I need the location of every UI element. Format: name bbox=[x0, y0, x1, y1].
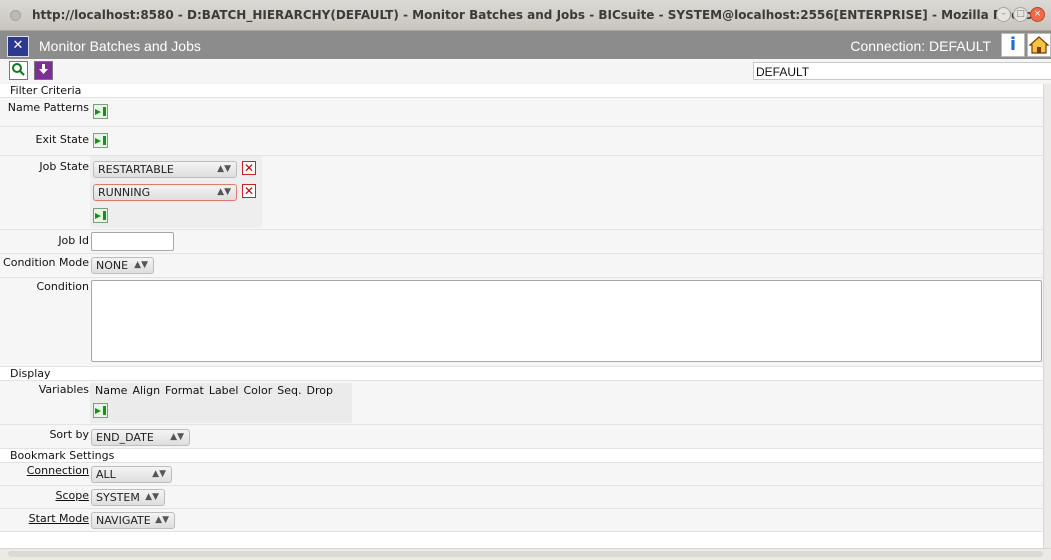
bookmark-connection-label[interactable]: Connection bbox=[27, 464, 89, 477]
info-icon[interactable]: i bbox=[1001, 33, 1025, 57]
condition-label: Condition bbox=[36, 280, 90, 293]
filter-criteria-section: Filter Criteria bbox=[0, 84, 1043, 98]
bookmark-scope-label[interactable]: Scope bbox=[55, 489, 89, 502]
chevron-updown-icon: ▲▼ bbox=[152, 469, 166, 479]
bookmark-start-mode-value: NAVIGATE bbox=[96, 514, 151, 527]
sort-by-label: Sort by bbox=[49, 428, 89, 441]
job-state-select[interactable]: RESTARTABLE ▲▼ bbox=[93, 161, 237, 178]
window-controls: – □ × bbox=[996, 7, 1045, 22]
bookmark-start-mode-label[interactable]: Start Mode bbox=[29, 512, 89, 525]
sort-by-row: Sort by END_DATE ▲▼ bbox=[0, 425, 1043, 449]
remove-job-state-icon[interactable]: ✕ bbox=[242, 161, 256, 175]
maximize-button[interactable]: □ bbox=[1013, 7, 1028, 22]
connection-label: Connection: DEFAULT bbox=[850, 38, 991, 54]
variables-row: Variables Name Align Format Label Color Seq. D… bbox=[0, 381, 1043, 425]
close-button[interactable]: × bbox=[1030, 7, 1045, 22]
condition-mode-select[interactable]: NONE ▲▼ bbox=[91, 257, 154, 274]
condition-mode-value: NONE bbox=[96, 259, 129, 272]
exit-state-row: Exit State bbox=[0, 127, 1043, 156]
column-header: Label bbox=[208, 384, 239, 397]
job-state-value: RUNNING bbox=[98, 186, 151, 199]
app-header: ✕ Monitor Batches and Jobs Connection: D… bbox=[0, 31, 1051, 59]
condition-mode-row: Condition Mode NONE ▲▼ bbox=[0, 254, 1043, 278]
job-state-row: Job State RESTARTABLE ▲▼ ✕ RUNNING ▲▼ ✕ bbox=[0, 156, 1043, 230]
chevron-updown-icon: ▲▼ bbox=[217, 164, 231, 174]
add-job-state-button[interactable] bbox=[93, 208, 108, 223]
chevron-updown-icon: ▲▼ bbox=[145, 492, 159, 502]
minimize-button[interactable]: – bbox=[996, 7, 1011, 22]
bookmark-scope-select[interactable]: SYSTEM ▲▼ bbox=[91, 489, 165, 506]
job-id-row: Job Id bbox=[0, 230, 1043, 254]
bookmark-settings-section: Bookmark Settings bbox=[0, 449, 1043, 463]
bookmark-start-mode-select[interactable]: NAVIGATE ▲▼ bbox=[91, 512, 175, 529]
app-logo-icon: ✕ bbox=[7, 36, 29, 57]
variables-table: Name Align Format Label Color Seq. Drop bbox=[90, 383, 352, 423]
job-id-input[interactable] bbox=[91, 232, 174, 251]
chevron-updown-icon: ▲▼ bbox=[170, 432, 184, 442]
bookmark-connection-value: ALL bbox=[96, 468, 116, 481]
page-title: Monitor Batches and Jobs bbox=[39, 38, 201, 54]
connection-field[interactable]: DEFAULT bbox=[753, 62, 1051, 80]
horizontal-scrollbar-track[interactable] bbox=[8, 551, 1043, 557]
display-section: Display bbox=[0, 367, 1043, 381]
filter-form: Filter Criteria Name Patterns Exit State… bbox=[0, 84, 1043, 548]
bookmark-connection-row: Connection ALL ▲▼ bbox=[0, 463, 1043, 486]
add-name-pattern-button[interactable] bbox=[93, 104, 108, 119]
remove-job-state-icon[interactable]: ✕ bbox=[242, 184, 256, 198]
bookmark-start-mode-row: Start Mode NAVIGATE ▲▼ bbox=[0, 509, 1043, 532]
window-menu-dot[interactable] bbox=[10, 10, 21, 21]
add-exit-state-button[interactable] bbox=[93, 133, 108, 148]
column-header: Name bbox=[95, 384, 128, 397]
sort-by-value: END_DATE bbox=[96, 431, 154, 444]
search-icon[interactable] bbox=[9, 61, 28, 80]
home-icon[interactable] bbox=[1027, 33, 1051, 57]
sort-by-select[interactable]: END_DATE ▲▼ bbox=[91, 429, 190, 446]
download-icon[interactable] bbox=[34, 61, 53, 80]
condition-row: Condition bbox=[0, 278, 1043, 367]
condition-textarea[interactable] bbox=[91, 280, 1042, 362]
job-id-label: Job Id bbox=[58, 234, 89, 247]
chevron-updown-icon: ▲▼ bbox=[134, 260, 148, 270]
add-variable-button[interactable] bbox=[93, 403, 108, 418]
bookmark-scope-row: Scope SYSTEM ▲▼ bbox=[0, 486, 1043, 509]
window-title: http://localhost:8580 - D:BATCH_HIERARCH… bbox=[32, 8, 1041, 22]
column-header: Seq. bbox=[277, 384, 302, 397]
bookmark-connection-select[interactable]: ALL ▲▼ bbox=[91, 466, 172, 483]
horizontal-scrollbar[interactable] bbox=[0, 548, 1051, 560]
condition-mode-label: Condition Mode bbox=[3, 256, 89, 269]
bookmark-scope-value: SYSTEM bbox=[96, 491, 140, 504]
job-state-value: RESTARTABLE bbox=[98, 163, 174, 176]
exit-state-label: Exit State bbox=[35, 133, 89, 146]
job-state-list: RESTARTABLE ▲▼ ✕ RUNNING ▲▼ ✕ bbox=[90, 156, 262, 228]
toolbar: DEFAULT bbox=[0, 59, 1051, 83]
name-patterns-row: Name Patterns bbox=[0, 98, 1043, 127]
chevron-updown-icon: ▲▼ bbox=[217, 187, 231, 197]
variables-label: Variables bbox=[38, 383, 89, 396]
column-header: Color bbox=[243, 384, 273, 397]
window-titlebar: http://localhost:8580 - D:BATCH_HIERARCH… bbox=[0, 0, 1051, 31]
variables-table-header: Name Align Format Label Color Seq. Drop bbox=[95, 384, 338, 397]
job-state-select[interactable]: RUNNING ▲▼ bbox=[93, 184, 237, 201]
job-state-label: Job State bbox=[39, 160, 89, 173]
column-header: Drop bbox=[306, 384, 333, 397]
chevron-updown-icon: ▲▼ bbox=[155, 515, 169, 525]
column-header: Format bbox=[165, 384, 204, 397]
name-patterns-label: Name Patterns bbox=[7, 101, 89, 114]
vertical-scrollbar[interactable] bbox=[1043, 84, 1051, 548]
column-header: Align bbox=[132, 384, 161, 397]
